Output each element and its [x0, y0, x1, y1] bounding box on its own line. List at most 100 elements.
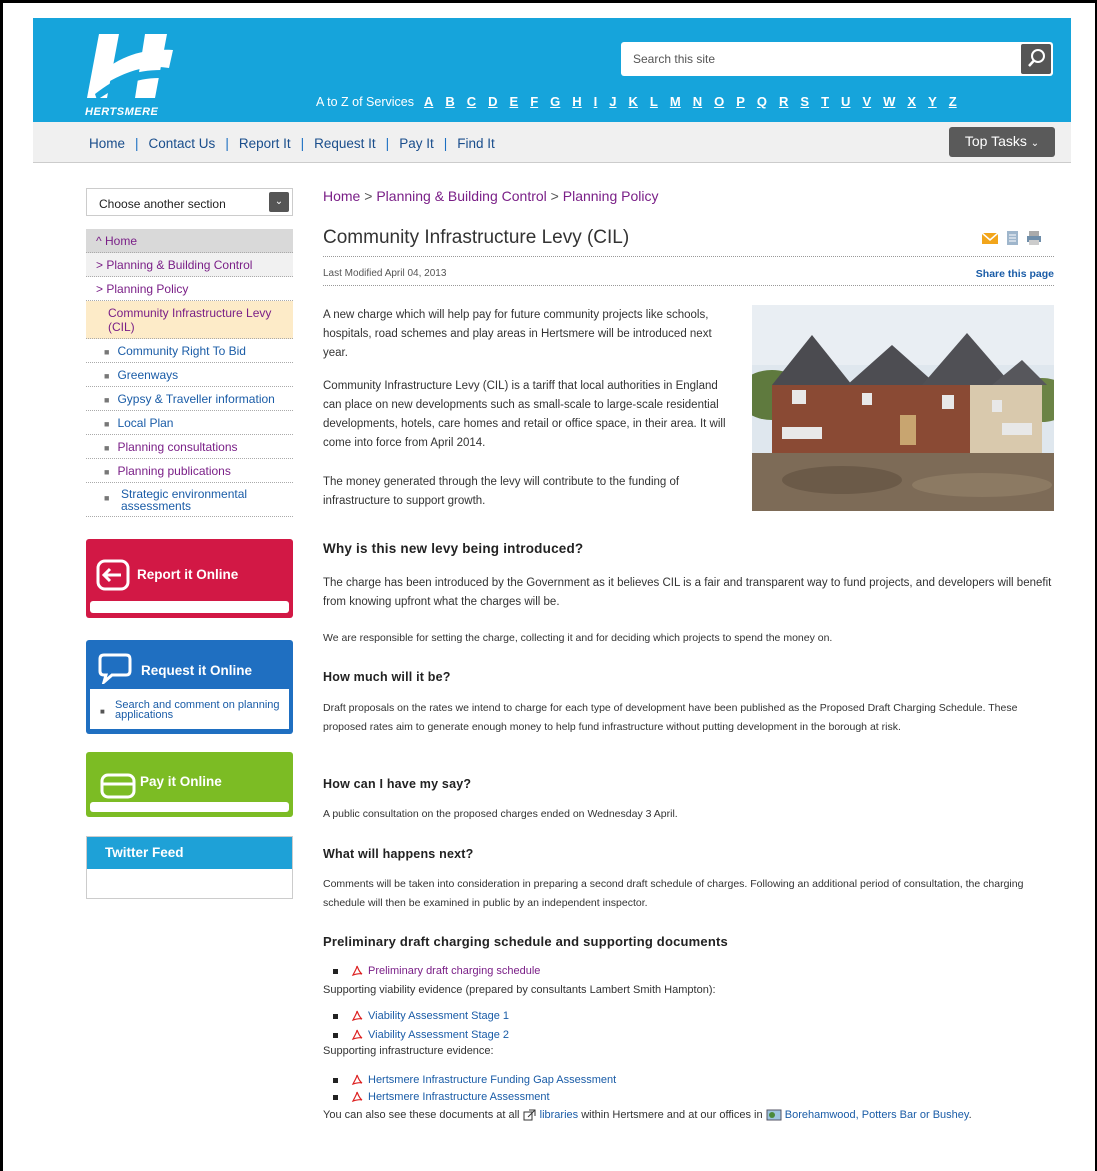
az-letter[interactable]: M	[670, 94, 681, 109]
menu-sub-item[interactable]: ■ Greenways	[86, 363, 293, 387]
az-letter[interactable]: T	[821, 94, 829, 109]
menu-sub-item[interactable]: ■ Community Right To Bid	[86, 339, 293, 363]
document-link-label: Preliminary draft charging schedule	[368, 965, 541, 977]
az-letter[interactable]: N	[693, 94, 702, 109]
heading-documents: Preliminary draft charging schedule and …	[323, 934, 728, 949]
nav-request-it[interactable]: Request It	[314, 136, 376, 151]
bullet-icon: ■	[104, 419, 110, 429]
top-tasks-label: Top Tasks	[964, 133, 1027, 149]
search-box: Search this site	[621, 42, 1053, 76]
menu-item-planning-policy[interactable]: > Planning Policy	[86, 277, 293, 301]
menu-item-label: Gypsy & Traveller information	[117, 392, 275, 406]
menu-sub-item[interactable]: ■ Local Plan	[86, 411, 293, 435]
az-letter[interactable]: B	[445, 94, 454, 109]
az-letter[interactable]: Q	[757, 94, 767, 109]
report-it-online-box[interactable]: Report it Online	[86, 539, 293, 618]
pdf-icon	[351, 965, 363, 977]
intro-paragraph-1: A new charge which will help pay for fut…	[323, 309, 712, 359]
bullet-icon	[333, 968, 338, 974]
search-button[interactable]	[1021, 44, 1051, 74]
az-letter[interactable]: R	[779, 94, 788, 109]
az-letter[interactable]: J	[609, 94, 616, 109]
menu-sub-item[interactable]: ■ Gypsy & Traveller information	[86, 387, 293, 411]
title-divider	[323, 256, 1054, 257]
bullet-icon: ■	[100, 707, 105, 716]
section-select-label: Choose another section	[99, 197, 226, 211]
share-link[interactable]: Share this page	[976, 268, 1054, 280]
bullet-icon: ■	[104, 467, 110, 477]
site-header: HERTSMERE Search this site A to Z of Ser…	[33, 18, 1071, 122]
housing-development-photo	[737, 305, 1072, 511]
az-letter[interactable]: V	[862, 94, 871, 109]
chevron-down-icon[interactable]: ⌄	[269, 192, 289, 212]
paragraph-why-2: We are responsible for setting the charg…	[323, 632, 833, 644]
document-link[interactable]: Viability Assessment Stage 2	[333, 1029, 509, 1041]
menu-item-home[interactable]: ^ Home	[86, 229, 293, 253]
breadcrumb-planning-policy[interactable]: Planning Policy	[563, 188, 659, 204]
breadcrumb-separator: >	[550, 188, 559, 204]
nav-home[interactable]: Home	[89, 136, 125, 151]
document-link[interactable]: Preliminary draft charging schedule	[333, 965, 540, 977]
az-letter[interactable]: E	[510, 94, 519, 109]
external-link-icon	[523, 1109, 536, 1121]
az-letter[interactable]: S	[800, 94, 809, 109]
az-letter[interactable]: D	[488, 94, 497, 109]
search-planning-link[interactable]: Search and comment on planning applicati…	[115, 700, 285, 721]
menu-sub-item[interactable]: ■ Planning consultations	[86, 435, 293, 459]
az-letter[interactable]: A	[424, 94, 433, 109]
bullet-icon	[333, 1077, 338, 1083]
az-letter[interactable]: U	[841, 94, 850, 109]
az-letter[interactable]: X	[907, 94, 916, 109]
az-letter[interactable]: P	[736, 94, 745, 109]
map-icon	[766, 1109, 782, 1121]
az-letter[interactable]: C	[467, 94, 476, 109]
nav-contact-us[interactable]: Contact Us	[149, 136, 216, 151]
menu-item-current[interactable]: Community Infrastructure Levy (CIL)	[86, 301, 293, 339]
menu-sub-item[interactable]: ■ Planning publications	[86, 459, 293, 483]
menu-item-label: Planning consultations	[117, 440, 238, 454]
last-modified: Last Modified April 04, 2013	[323, 268, 447, 279]
document-link[interactable]: Hertsmere Infrastructure Assessment	[333, 1091, 550, 1103]
search-input[interactable]: Search this site	[633, 52, 715, 66]
section-menu: ^ Home > Planning & Building Control > P…	[86, 229, 293, 517]
az-letter[interactable]: Y	[928, 94, 937, 109]
bullet-icon	[333, 1094, 338, 1100]
az-letter[interactable]: G	[550, 94, 560, 109]
request-it-online-box[interactable]: Request it Online ■ Search and comment o…	[86, 640, 293, 734]
az-letter[interactable]: W	[883, 94, 895, 109]
az-letter[interactable]: L	[650, 94, 658, 109]
sidebar: Choose another section ⌄ ^ Home > Planni…	[86, 188, 293, 517]
pay-it-online-box[interactable]: Pay it Online	[86, 752, 293, 817]
menu-item-label: Planning Policy	[106, 282, 189, 296]
nav-report-it[interactable]: Report It	[239, 136, 291, 151]
nav-pay-it[interactable]: Pay It	[399, 136, 434, 151]
az-letter[interactable]: K	[629, 94, 638, 109]
document-link-label: Viability Assessment Stage 2	[368, 1029, 510, 1041]
menu-item-planning-building[interactable]: > Planning & Building Control	[86, 253, 293, 277]
document-link[interactable]: Viability Assessment Stage 1	[333, 1010, 509, 1022]
menu-item-label: Community Right To Bid	[117, 344, 246, 358]
az-letter[interactable]: H	[572, 94, 581, 109]
breadcrumb-separator: >	[364, 188, 373, 204]
az-letter[interactable]: O	[714, 94, 724, 109]
menu-sub-item[interactable]: ■ Strategic environmental assessments	[86, 483, 293, 517]
page-title: Community Infrastructure Levy (CIL)	[323, 227, 630, 248]
email-icon[interactable]	[981, 232, 999, 244]
print-icon[interactable]	[1027, 231, 1041, 245]
hertsmere-logo[interactable]	[85, 28, 175, 114]
az-letter[interactable]: F	[530, 94, 538, 109]
top-tasks-button[interactable]: Top Tasks ⌄	[949, 127, 1055, 157]
nav-find-it[interactable]: Find It	[457, 136, 495, 151]
nav-separator: |	[300, 136, 305, 151]
breadcrumb-home[interactable]: Home	[323, 188, 360, 204]
document-icon[interactable]	[1007, 231, 1018, 245]
libraries-link[interactable]: libraries	[540, 1109, 579, 1121]
breadcrumb-planning-building[interactable]: Planning & Building Control	[376, 188, 546, 204]
report-it-panel	[90, 601, 289, 613]
offices-link[interactable]: Borehamwood, Potters Bar or Bushey	[785, 1109, 969, 1121]
az-letter[interactable]: Z	[949, 94, 957, 109]
az-letter[interactable]: I	[594, 94, 598, 109]
document-link[interactable]: Hertsmere Infrastructure Funding Gap Ass…	[333, 1074, 616, 1086]
also-see-end: .	[968, 1109, 972, 1121]
section-select[interactable]: Choose another section ⌄	[86, 188, 293, 216]
